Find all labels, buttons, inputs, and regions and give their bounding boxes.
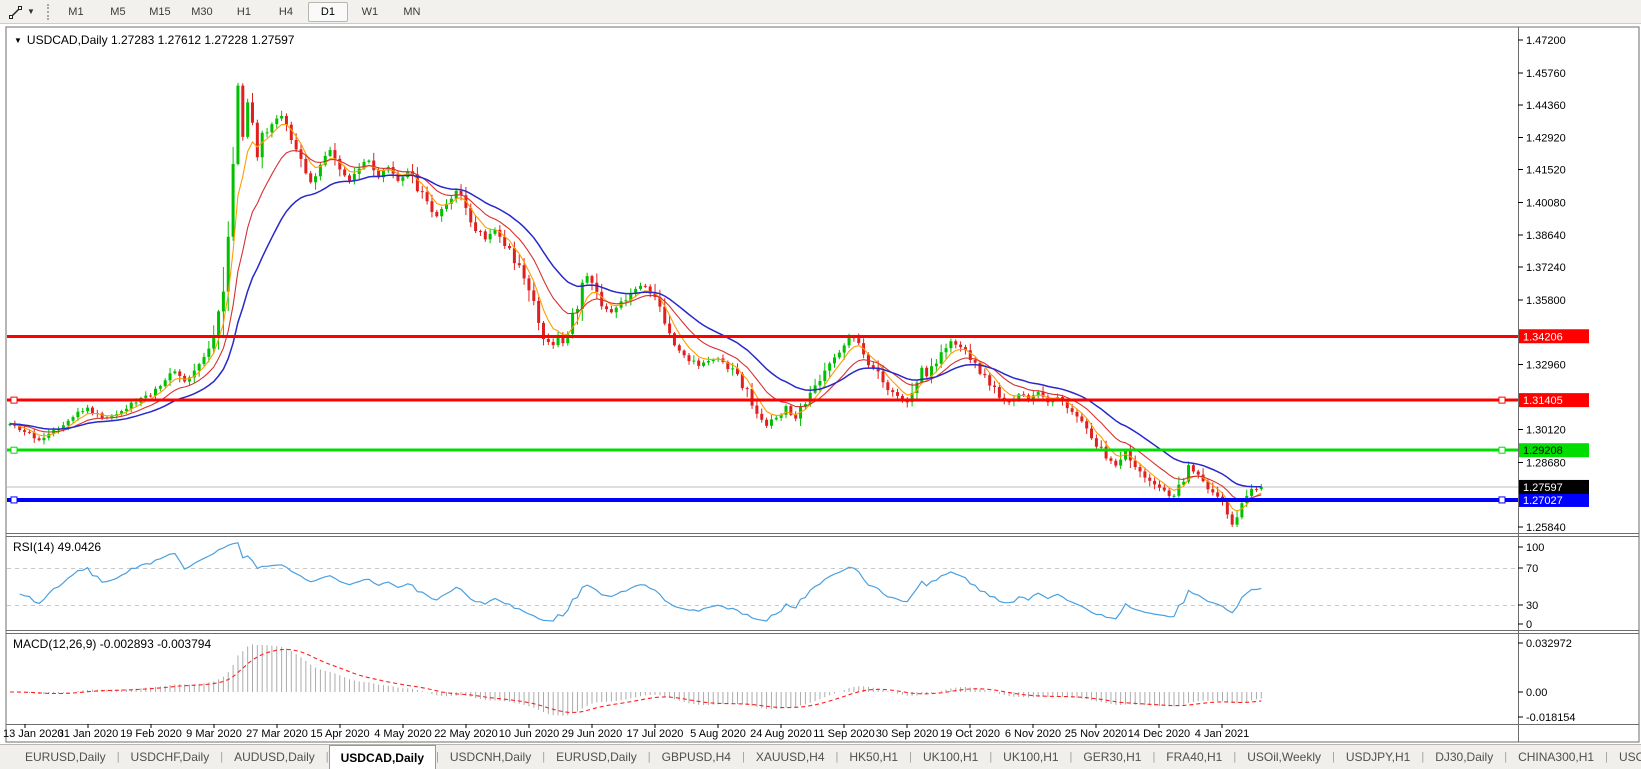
axis-label: 70 bbox=[1526, 563, 1538, 575]
axis-label: 24 Aug 2020 bbox=[750, 728, 812, 740]
chart-ohlc-values: 1.27283 1.27612 1.27228 1.27597 bbox=[110, 33, 295, 47]
chart-area[interactable]: 1.47200 1.45760 1.44360 1.42920 1.41520 1.400… bbox=[0, 0, 1641, 744]
axis-label: 1.29208 bbox=[1523, 445, 1563, 457]
axis-label: 31 Jan 2020 bbox=[58, 728, 119, 740]
chart-tab-china300-h1[interactable]: CHINA300,H1 bbox=[1507, 745, 1605, 769]
axis-label: 4 May 2020 bbox=[374, 728, 431, 740]
axis-label: 1.45760 bbox=[1526, 68, 1566, 80]
axis-label: 29 Jun 2020 bbox=[562, 728, 623, 740]
trading-platform-window: { "colors":{ "bull":"#00c000","bear":"#e… bbox=[0, 0, 1641, 769]
chart-tab-audusd-daily[interactable]: AUDUSD,Daily bbox=[223, 745, 326, 769]
hline-handle[interactable] bbox=[1498, 446, 1506, 454]
chart-symbol-period: USDCAD,Daily bbox=[26, 33, 108, 47]
axis-label: 0 bbox=[1526, 619, 1532, 631]
axis-label: 13 Jan 2020 bbox=[3, 728, 64, 740]
axis-label: 14 Dec 2020 bbox=[1128, 728, 1190, 740]
macd-indicator-label: MACD(12,26,9) -0.002893 -0.003794 bbox=[13, 637, 212, 651]
chart-tab-dj30-daily[interactable]: DJ30,Daily bbox=[1424, 745, 1504, 769]
chart-title: ▼ USDCAD,Daily 1.27283 1.27612 1.27228 1.… bbox=[14, 33, 294, 47]
chart-tab-usoil-weekly[interactable]: USOil,Weekly bbox=[1236, 745, 1332, 769]
chart-tab-eurusd-daily[interactable]: EURUSD,Daily bbox=[14, 745, 117, 769]
axis-label: 30 bbox=[1526, 600, 1538, 612]
axis-label: 25 Nov 2020 bbox=[1065, 728, 1127, 740]
chart-tab-gbpusd-h4[interactable]: GBPUSD,H4 bbox=[651, 745, 742, 769]
axis-label: 1.44360 bbox=[1526, 100, 1566, 112]
chart-tab-ger30-h1[interactable]: GER30,H1 bbox=[1072, 745, 1152, 769]
axis-label: 15 Apr 2020 bbox=[310, 728, 369, 740]
axis-label: 1.25840 bbox=[1526, 522, 1566, 534]
axis-label: 30 Sep 2020 bbox=[876, 728, 938, 740]
axis-label: 0.032972 bbox=[1526, 638, 1572, 650]
axis-label: 100 bbox=[1526, 542, 1544, 554]
chart-tab-usdjpy-h1[interactable]: USDJPY,H1 bbox=[1335, 745, 1421, 769]
chart-tab-fra40-h1[interactable]: FRA40,H1 bbox=[1155, 745, 1233, 769]
hline-handle[interactable] bbox=[10, 396, 18, 404]
rsi-indicator-label: RSI(14) 49.0426 bbox=[13, 540, 102, 554]
chart-tab-uk100-h1[interactable]: UK100,H1 bbox=[992, 745, 1069, 769]
axis-label: 22 May 2020 bbox=[434, 728, 498, 740]
axis-label: 1.27027 bbox=[1523, 495, 1563, 507]
axis-label: 1.34206 bbox=[1523, 331, 1563, 343]
axis-label: 1.42920 bbox=[1526, 133, 1566, 145]
chart-tab-usoil-[interactable]: USOil, bbox=[1608, 745, 1641, 769]
axis-label: 27 Mar 2020 bbox=[246, 728, 308, 740]
axis-label: 4 Jan 2021 bbox=[1195, 728, 1249, 740]
chart-tab-eurusd-daily[interactable]: EURUSD,Daily bbox=[545, 745, 648, 769]
tabbar-left-pad bbox=[0, 745, 14, 769]
chart-tab-hk50-h1[interactable]: HK50,H1 bbox=[838, 745, 909, 769]
axis-label: 1.32960 bbox=[1526, 360, 1566, 372]
chart-tab-bar: EURUSD,Daily | USDCHF,Daily | AUDUSD,Daily | U… bbox=[0, 744, 1641, 769]
chart-menu-icon[interactable]: ▼ bbox=[14, 36, 22, 45]
axis-label: 6 Nov 2020 bbox=[1005, 728, 1061, 740]
axis-label: 1.47200 bbox=[1526, 35, 1566, 47]
chart-tab-xauusd-h4[interactable]: XAUUSD,H4 bbox=[745, 745, 836, 769]
hline-handle[interactable] bbox=[10, 446, 18, 454]
axis-label: 19 Feb 2020 bbox=[120, 728, 182, 740]
axis-label: 1.41520 bbox=[1526, 165, 1566, 177]
axis-label: 1.28680 bbox=[1526, 457, 1566, 469]
axis-label: 0.00 bbox=[1526, 687, 1547, 699]
tab-items: EURUSD,Daily | USDCHF,Daily | AUDUSD,Daily | U… bbox=[14, 745, 1641, 769]
hline-handle[interactable] bbox=[1498, 496, 1506, 504]
chart-tab-uk100-h1[interactable]: UK100,H1 bbox=[912, 745, 989, 769]
axis-label: 17 Jul 2020 bbox=[627, 728, 684, 740]
chart-tab-usdchf-daily[interactable]: USDCHF,Daily bbox=[120, 745, 221, 769]
axis-label: 11 Sep 2020 bbox=[813, 728, 875, 740]
axis-label: 1.38640 bbox=[1526, 230, 1566, 242]
hline-handle[interactable] bbox=[10, 496, 18, 504]
axis-label: 1.35800 bbox=[1526, 295, 1566, 307]
axis-label: 1.27597 bbox=[1523, 482, 1563, 494]
chart-tab-usdcnh-daily[interactable]: USDCNH,Daily bbox=[439, 745, 542, 769]
axis-label: 5 Aug 2020 bbox=[690, 728, 746, 740]
axis-label: 1.30120 bbox=[1526, 424, 1566, 436]
axis-label: 1.40080 bbox=[1526, 197, 1566, 209]
hline-handle[interactable] bbox=[1498, 396, 1506, 404]
axis-label: 9 Mar 2020 bbox=[186, 728, 242, 740]
axis-label: -0.018154 bbox=[1526, 712, 1576, 724]
axis-label: 1.37240 bbox=[1526, 262, 1566, 274]
axis-label: 1.31405 bbox=[1523, 395, 1563, 407]
chart-tab-usdcad-daily[interactable]: USDCAD,Daily bbox=[328, 745, 436, 769]
axis-label: 10 Jun 2020 bbox=[499, 728, 560, 740]
axis-label: 19 Oct 2020 bbox=[940, 728, 1000, 740]
